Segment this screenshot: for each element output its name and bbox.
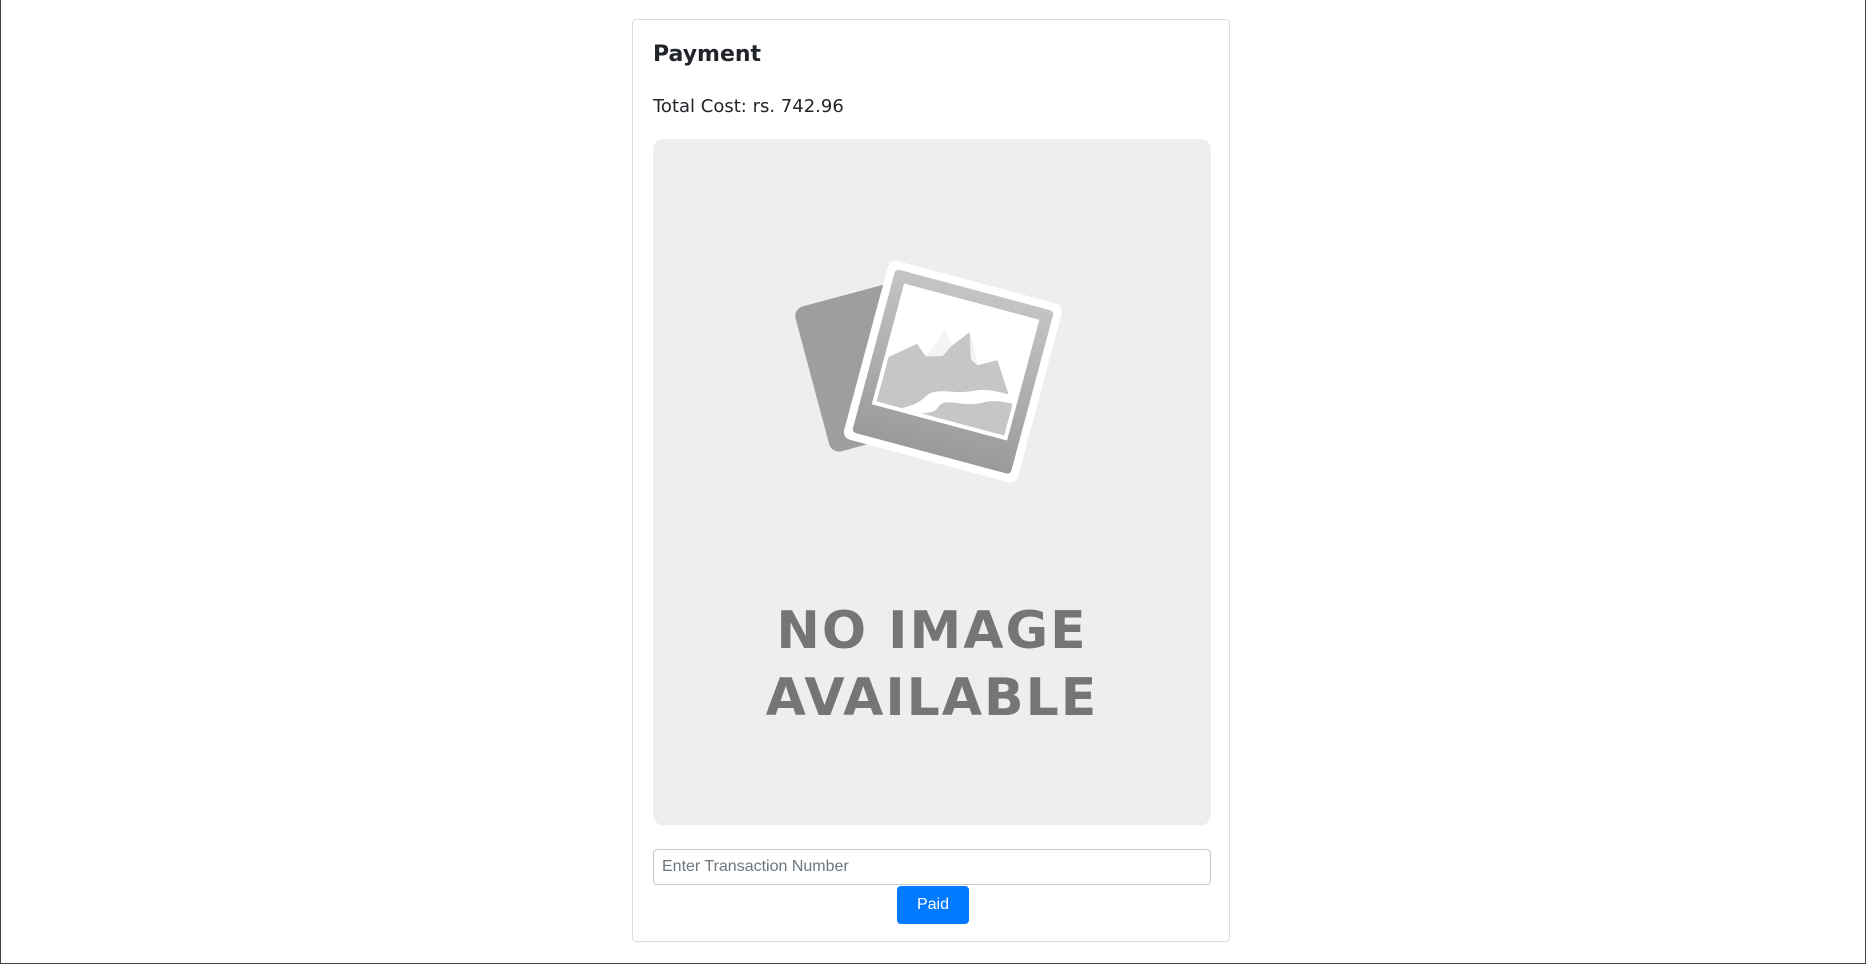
transaction-number-input[interactable]: [653, 849, 1211, 885]
no-image-text-line1: NO IMAGE: [776, 601, 1088, 661]
total-cost-text: Total Cost: rs. 742.96: [653, 96, 844, 117]
paid-button[interactable]: Paid: [897, 886, 969, 924]
payment-image-placeholder: NO IMAGE AVAILABLE: [653, 139, 1211, 825]
payment-card: Payment Total Cost: rs. 742.96 NO IMAGE …: [632, 19, 1230, 942]
page-title: Payment: [653, 42, 762, 67]
no-image-text-line2: AVAILABLE: [765, 668, 1099, 728]
browser-viewport: Payment Total Cost: rs. 742.96 NO IMAGE …: [0, 0, 1866, 964]
